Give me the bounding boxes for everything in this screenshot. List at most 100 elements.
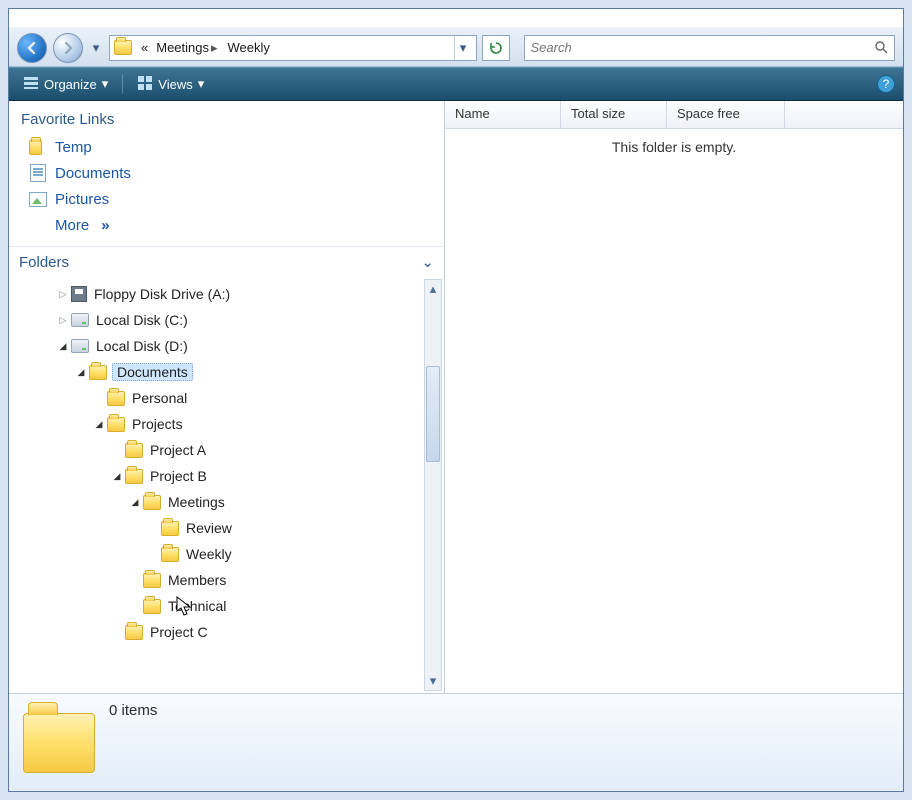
folder-icon bbox=[107, 417, 125, 432]
tree-item[interactable]: Review bbox=[13, 515, 422, 541]
favlink-temp[interactable]: Temp bbox=[15, 134, 438, 160]
tree-item[interactable]: ◢ Documents bbox=[13, 359, 422, 385]
tree-item-label: Documents bbox=[112, 363, 193, 381]
expand-icon[interactable]: ▷ bbox=[57, 289, 69, 300]
tree-item[interactable]: Weekly bbox=[13, 541, 422, 567]
details-pane: 0 items bbox=[9, 693, 903, 791]
favlink-label: Documents bbox=[55, 165, 131, 182]
folder-icon bbox=[143, 599, 161, 614]
tree-item-label: Project C bbox=[148, 623, 210, 641]
folder-icon bbox=[125, 443, 143, 458]
content-pane: Name Total size Space free This folder i… bbox=[445, 101, 903, 693]
column-total-size[interactable]: Total size bbox=[561, 101, 667, 128]
favlink-pictures[interactable]: Pictures bbox=[15, 186, 438, 212]
tree-item-label: Projects bbox=[130, 415, 185, 433]
scroll-up-icon[interactable]: ▴ bbox=[426, 281, 440, 297]
search-input[interactable] bbox=[531, 40, 889, 55]
tree-item[interactable]: ◢ Project B bbox=[13, 463, 422, 489]
views-label: Views bbox=[158, 77, 192, 92]
folder-icon bbox=[143, 495, 161, 510]
tree-item[interactable]: ◢ Meetings bbox=[13, 489, 422, 515]
collapse-icon[interactable]: ◢ bbox=[75, 367, 87, 378]
tree-item-label: Local Disk (C:) bbox=[94, 311, 190, 329]
chevron-down-icon: ▾ bbox=[198, 76, 205, 92]
folder-icon bbox=[143, 573, 161, 588]
collapse-icon[interactable]: ◢ bbox=[57, 341, 69, 352]
column-space-free[interactable]: Space free bbox=[667, 101, 785, 128]
tree-item-label: Meetings bbox=[166, 493, 227, 511]
tree-item-label: Project B bbox=[148, 467, 209, 485]
folder-icon bbox=[114, 40, 132, 55]
tree-item[interactable]: ◢ Local Disk (D:) bbox=[13, 333, 422, 359]
tree-item[interactable]: ◢ Projects bbox=[13, 411, 422, 437]
collapse-icon[interactable]: ◢ bbox=[129, 497, 141, 508]
item-count-label: 0 items bbox=[109, 702, 157, 719]
tree-item[interactable]: Project A bbox=[13, 437, 422, 463]
favlink-documents[interactable]: Documents bbox=[15, 160, 438, 186]
tree-item[interactable]: ▷ Floppy Disk Drive (A:) bbox=[13, 281, 422, 307]
main-area: Favorite Links Temp Documents Pictures M… bbox=[9, 101, 903, 693]
folder-tree: ▷ Floppy Disk Drive (A:) ▷ Local Disk (C:) ◢… bbox=[9, 277, 422, 693]
chevron-right-icon: ▸ bbox=[209, 40, 220, 56]
explorer-window: ▾ « Meetings▸ Weekly ▾ Organize ▾ bbox=[8, 8, 904, 792]
empty-folder-message: This folder is empty. bbox=[445, 129, 903, 165]
hard-drive-icon bbox=[71, 339, 89, 353]
tree-item-label: Technical bbox=[166, 597, 228, 615]
chevron-right-icon: » bbox=[101, 217, 106, 234]
refresh-button[interactable] bbox=[482, 35, 510, 61]
breadcrumb-label: Meetings bbox=[156, 40, 209, 55]
favlink-more[interactable]: More » bbox=[15, 212, 438, 238]
favorite-links-list: Temp Documents Pictures More » bbox=[9, 134, 444, 246]
address-history-dropdown[interactable]: ▾ bbox=[454, 36, 472, 60]
floppy-drive-icon bbox=[71, 286, 87, 302]
folders-section-header[interactable]: Folders ⌄ bbox=[9, 246, 444, 277]
scroll-down-icon[interactable]: ▾ bbox=[426, 673, 440, 689]
favlink-label: More bbox=[55, 217, 89, 234]
navigation-pane: Favorite Links Temp Documents Pictures M… bbox=[9, 101, 445, 693]
search-icon bbox=[874, 40, 888, 57]
pictures-icon bbox=[29, 190, 47, 208]
tree-scrollbar[interactable]: ▴ ▾ bbox=[424, 279, 442, 691]
folder-icon bbox=[107, 391, 125, 406]
folder-icon bbox=[23, 713, 95, 773]
tree-item[interactable]: Members bbox=[13, 567, 422, 593]
tree-item[interactable]: Technical bbox=[13, 593, 422, 619]
recent-locations-dropdown[interactable]: ▾ bbox=[89, 33, 103, 63]
collapse-icon[interactable]: ◢ bbox=[111, 471, 123, 482]
breadcrumb-overflow[interactable]: « bbox=[137, 36, 152, 60]
search-box[interactable] bbox=[524, 35, 896, 61]
address-bar[interactable]: « Meetings▸ Weekly ▾ bbox=[109, 35, 477, 61]
organize-icon bbox=[23, 75, 39, 94]
tree-item[interactable]: Project C bbox=[13, 619, 422, 645]
organize-menu[interactable]: Organize ▾ bbox=[17, 72, 114, 97]
column-name[interactable]: Name bbox=[445, 101, 561, 128]
folder-icon bbox=[89, 365, 107, 380]
views-menu[interactable]: Views ▾ bbox=[131, 72, 210, 97]
tree-item-label: Local Disk (D:) bbox=[94, 337, 190, 355]
separator bbox=[122, 74, 123, 94]
organize-label: Organize bbox=[44, 77, 97, 92]
favlink-label: Pictures bbox=[55, 191, 109, 208]
tree-item[interactable]: Personal bbox=[13, 385, 422, 411]
tree-item-label: Review bbox=[184, 519, 234, 537]
breadcrumb-item[interactable]: Weekly bbox=[224, 36, 274, 60]
forward-button[interactable] bbox=[53, 33, 83, 63]
tree-item-label: Project A bbox=[148, 441, 208, 459]
tree-item-label: Personal bbox=[130, 389, 189, 407]
scrollbar-thumb[interactable] bbox=[426, 366, 440, 462]
tree-item[interactable]: ▷ Local Disk (C:) bbox=[13, 307, 422, 333]
back-button[interactable] bbox=[17, 33, 47, 63]
folder-icon bbox=[161, 547, 179, 562]
expand-icon[interactable]: ▷ bbox=[57, 315, 69, 326]
favlink-label: Temp bbox=[55, 139, 92, 156]
tree-item-label: Floppy Disk Drive (A:) bbox=[92, 285, 232, 303]
chevron-down-icon: ▾ bbox=[102, 76, 109, 92]
breadcrumb-item[interactable]: Meetings▸ bbox=[152, 36, 223, 60]
collapse-icon[interactable]: ◢ bbox=[93, 419, 105, 430]
command-bar: Organize ▾ Views ▾ ? bbox=[9, 67, 903, 101]
tree-item-label: Weekly bbox=[184, 545, 234, 563]
folders-label: Folders bbox=[19, 254, 69, 271]
folder-icon bbox=[161, 521, 179, 536]
views-icon bbox=[137, 75, 153, 94]
help-button[interactable]: ? bbox=[877, 75, 895, 93]
